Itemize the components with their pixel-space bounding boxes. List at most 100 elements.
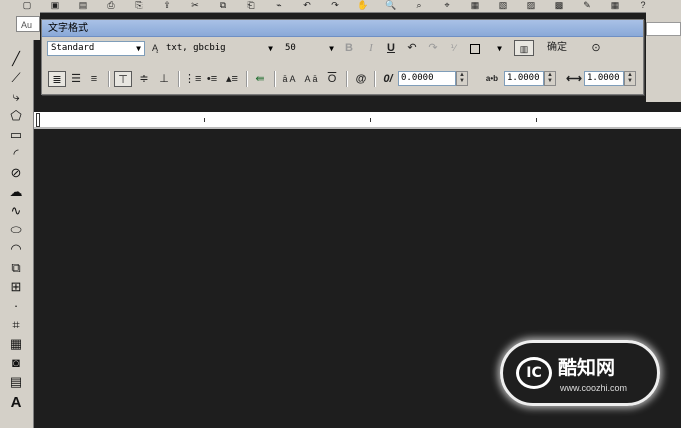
italic-button[interactable]: I: [364, 40, 378, 56]
standard-toolbar: ▢ ▣ ▤ ⎙ ⎘ ⇪ ✂ ⧉ ⎗ ⌁ ↶ ↷ ✋ 🔍 ⌕ ⌖ ▦ ▧ ▨ ▩ ✎ ▦?: [0, 0, 681, 13]
circle-icon[interactable]: ⊘: [6, 164, 26, 182]
indent-marker[interactable]: [36, 113, 40, 127]
make-block-icon[interactable]: ⊞: [6, 278, 26, 296]
height-select-value: 50: [285, 43, 296, 53]
right-dropdown[interactable]: [646, 22, 681, 36]
oblique-angle-input[interactable]: 0.0000: [398, 71, 456, 86]
lowercase-icon[interactable]: A ā: [302, 71, 320, 87]
print-icon[interactable]: ⎙: [104, 0, 118, 10]
ellipse-icon[interactable]: ⬭: [6, 221, 26, 239]
separator: [274, 71, 276, 87]
align-middle-icon[interactable]: ≑: [136, 71, 152, 87]
paste-icon[interactable]: ⎗: [244, 0, 258, 10]
numbered-list-icon[interactable]: ⋮≡: [184, 71, 201, 87]
chevron-down-icon: ▼: [136, 44, 141, 53]
oblique-angle-icon: 0/: [383, 73, 393, 85]
separator: [178, 71, 180, 87]
arc-icon[interactable]: ◜: [6, 145, 26, 163]
spline-icon[interactable]: ∿: [6, 202, 26, 220]
color-select[interactable]: ▼: [466, 41, 506, 56]
match-icon[interactable]: ⌁: [272, 0, 286, 10]
oblique-spinner[interactable]: ▲ ▼: [456, 71, 468, 86]
line-icon[interactable]: ╱: [6, 50, 26, 68]
bold-button[interactable]: B: [342, 40, 356, 56]
zoom-window-icon[interactable]: ⌕: [412, 0, 426, 10]
revision-cloud-icon[interactable]: ☁: [6, 183, 26, 201]
font-icon: Ą: [151, 43, 158, 53]
chevron-down-icon: ▼: [329, 44, 334, 53]
cut-icon[interactable]: ✂: [188, 0, 202, 10]
copy-icon[interactable]: ⧉: [216, 0, 230, 10]
point-icon[interactable]: ·: [6, 297, 26, 315]
redo-icon[interactable]: ↷: [425, 40, 441, 56]
watermark-brand: 酷知网: [558, 357, 616, 379]
dialog-title[interactable]: 文字格式: [42, 20, 643, 37]
letter-list-icon[interactable]: ▴≡: [224, 71, 240, 87]
style-select-value: Standard: [51, 43, 95, 53]
zoom-icon[interactable]: 🔍: [384, 0, 398, 10]
tracking-icon: a•b: [485, 74, 499, 83]
symbol-icon[interactable]: @: [352, 71, 370, 87]
color-swatch: [470, 44, 480, 54]
save-icon[interactable]: ▤: [76, 0, 90, 10]
width-factor-spinner[interactable]: ▲ ▼: [624, 71, 636, 86]
region-icon[interactable]: ◙: [6, 354, 26, 372]
workspace-dropdown[interactable]: Au: [16, 16, 40, 32]
pan-icon[interactable]: ✋: [356, 0, 370, 10]
help-icon[interactable]: ?: [636, 0, 650, 10]
open-icon[interactable]: ▣: [48, 0, 62, 10]
width-factor-input[interactable]: 1.0000: [584, 71, 624, 86]
overline-icon[interactable]: O: [324, 71, 340, 87]
gradient-icon[interactable]: ▦: [6, 335, 26, 353]
align-bottom-icon[interactable]: ⊥: [156, 71, 172, 87]
draw-toolbar: ╱ ⟋ ⤷ ⬠ ▭ ◜ ⊘ ☁ ∿ ⬭ ◠ ⧉ ⊞ · ⌗ ▦ ◙ ▤ A: [0, 40, 34, 428]
undo-icon[interactable]: ↶: [300, 0, 314, 10]
uppercase-icon[interactable]: ā A: [280, 71, 298, 87]
align-top-icon[interactable]: ⊤: [114, 71, 132, 87]
bullet-list-icon[interactable]: •≡: [204, 71, 220, 87]
construction-line-icon[interactable]: ⟋: [6, 69, 26, 87]
new-icon[interactable]: ▢: [20, 0, 34, 10]
stack-icon[interactable]: ⅟: [446, 40, 460, 56]
preview-icon[interactable]: ⎘: [132, 0, 146, 10]
align-left-icon[interactable]: ≣: [48, 71, 66, 87]
table-icon[interactable]: ▤: [6, 373, 26, 391]
tool-palette-icon[interactable]: ▨: [524, 0, 538, 10]
zoom-prev-icon[interactable]: ⌖: [440, 0, 454, 10]
underline-button[interactable]: U: [384, 40, 398, 56]
watermark-logo: IC: [516, 357, 552, 389]
tracking-input[interactable]: 1.0000: [504, 71, 544, 86]
height-select[interactable]: 50 ▼: [281, 41, 338, 56]
insert-block-icon[interactable]: ⧉: [6, 259, 26, 277]
markup-icon[interactable]: ✎: [580, 0, 594, 10]
polygon-icon[interactable]: ⬠: [6, 107, 26, 125]
polyline-icon[interactable]: ⤷: [6, 88, 26, 106]
multiline-text-icon[interactable]: A: [6, 394, 26, 412]
align-center-icon[interactable]: ☰: [68, 71, 84, 87]
style-select[interactable]: Standard ▼: [47, 41, 145, 56]
undo-icon[interactable]: ↶: [404, 40, 420, 56]
ruler-tick: [536, 118, 537, 122]
design-center-icon[interactable]: ▧: [496, 0, 510, 10]
calc-icon[interactable]: ▦: [608, 0, 622, 10]
insert-field-icon[interactable]: ⇚: [252, 71, 268, 87]
hatch-icon[interactable]: ⌗: [6, 316, 26, 334]
font-select-value: txt, gbcbig: [166, 43, 226, 53]
width-factor-icon: ⟷: [566, 73, 582, 85]
ok-button[interactable]: 确定: [542, 40, 572, 56]
watermark-url: www.coozhi.com: [560, 383, 628, 393]
ruler-toggle-button[interactable]: ▥: [514, 40, 534, 56]
align-right-icon[interactable]: ≡: [86, 71, 102, 87]
separator: [374, 71, 376, 87]
options-icon[interactable]: ⊙: [588, 40, 604, 56]
sheet-icon[interactable]: ▩: [552, 0, 566, 10]
font-select[interactable]: txt, gbcbig ▼: [162, 41, 277, 56]
rectangle-icon[interactable]: ▭: [6, 126, 26, 144]
tracking-spinner[interactable]: ▲ ▼: [544, 71, 556, 86]
ellipse-arc-icon[interactable]: ◠: [6, 240, 26, 258]
redo-icon[interactable]: ↷: [328, 0, 342, 10]
publish-icon[interactable]: ⇪: [160, 0, 174, 10]
text-format-dialog: 文字格式 Standard ▼ Ą txt, gbcbig ▼ 50 ▼ B I…: [41, 19, 644, 95]
text-editor-ruler[interactable]: [34, 112, 681, 129]
properties-icon[interactable]: ▦: [468, 0, 482, 10]
